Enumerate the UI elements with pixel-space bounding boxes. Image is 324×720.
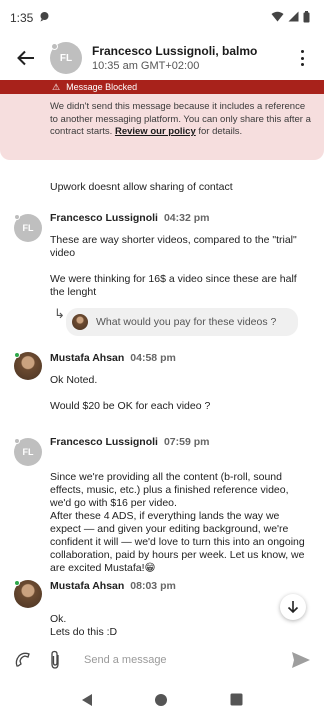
sender-name: Mustafa Ahsan [50, 580, 125, 592]
wifi-icon [271, 11, 284, 25]
message-paragraph: Would $20 be OK for each video ? [50, 400, 211, 412]
avatar [72, 314, 88, 330]
message-input[interactable] [84, 654, 274, 666]
message-body: Ok Noted. Would $20 be OK for each video… [50, 374, 312, 413]
blocked-title-bar: ⚠ Message Blocked [0, 80, 324, 94]
warning-icon: ⚠ [52, 81, 61, 92]
signal-icon [288, 11, 299, 25]
message-blocked-banner: ⚠ Message Blocked We didn't send this me… [0, 80, 324, 160]
back-button[interactable] [6, 38, 46, 78]
chat-header: FL Francesco Lussignoli, balmo 10:35 am … [0, 36, 324, 80]
sender-name: Francesco Lussignoli [50, 212, 158, 224]
review-policy-link[interactable]: Review our policy [115, 126, 196, 137]
avatar-initials: FL [22, 223, 34, 233]
back-arrow-icon [17, 50, 34, 66]
contact-local-time: 10:35 am GMT+02:00 [92, 59, 200, 72]
message-header: Francesco Lussignoli 04:32 pm [50, 212, 209, 225]
message-time: 08:03 pm [130, 580, 176, 592]
scroll-to-bottom-button[interactable] [280, 594, 306, 620]
nav-back-icon[interactable] [81, 693, 93, 712]
avatar[interactable]: FL [14, 214, 42, 242]
message-paragraph: We were thinking for 16$ a video since t… [50, 273, 297, 298]
blocked-explanation: We didn't send this message because it i… [0, 94, 324, 139]
message-composer [0, 642, 324, 678]
message-paragraph: These are way shorter videos, compared t… [50, 234, 297, 259]
message-header: Mustafa Ahsan 08:03 pm [50, 580, 176, 593]
message-body: These are way shorter videos, compared t… [50, 234, 312, 299]
system-nav-bar [0, 684, 324, 720]
blocked-title: Message Blocked [66, 82, 138, 92]
attachment-icon[interactable] [44, 649, 66, 671]
sender-name: Francesco Lussignoli [50, 436, 158, 448]
quoted-message[interactable]: What would you pay for these videos ? [66, 308, 298, 336]
phone-call-icon[interactable] [12, 649, 34, 671]
avatar[interactable] [14, 580, 42, 608]
avatar-initials: FL [59, 52, 73, 64]
nav-recents-icon[interactable] [230, 693, 243, 711]
blocked-body-end: for details. [195, 126, 243, 137]
presence-dot [14, 580, 20, 586]
contact-name: Francesco Lussignoli, balmo [92, 43, 258, 58]
status-bar: 1:35 [0, 0, 324, 36]
message-header: Francesco Lussignoli 07:59 pm [50, 436, 209, 449]
nav-home-icon[interactable] [154, 693, 168, 712]
more-options-icon[interactable] [294, 46, 310, 70]
message-paragraph: Ok Noted. [50, 374, 98, 386]
presence-dot [14, 352, 20, 358]
message-time: 07:59 pm [163, 436, 210, 448]
send-icon[interactable] [290, 649, 312, 671]
presence-dot [14, 214, 20, 220]
avatar[interactable]: FL [14, 438, 42, 466]
reply-arrow-icon: ↳ [54, 306, 65, 321]
message-text: Upwork doesnt allow sharing of contact [50, 181, 233, 193]
sender-name: Mustafa Ahsan [50, 352, 125, 364]
status-time: 1:35 [10, 11, 34, 25]
presence-dot [14, 438, 20, 444]
battery-icon [303, 10, 310, 26]
presence-dot [51, 43, 58, 50]
chat-notification-icon [39, 11, 50, 25]
arrow-down-icon [287, 601, 299, 614]
avatar[interactable]: FL [50, 42, 82, 74]
avatar-initials: FL [22, 447, 34, 457]
message-time: 04:58 pm [130, 352, 176, 364]
message-time: 04:32 pm [163, 212, 210, 224]
quoted-text: What would you pay for these videos ? [96, 316, 277, 328]
message-header: Mustafa Ahsan 04:58 pm [50, 352, 176, 365]
header-text[interactable]: Francesco Lussignoli, balmo 10:35 am GMT… [92, 44, 257, 73]
message-paragraph: Since we're providing all the content (b… [50, 471, 305, 574]
message-paragraph: Ok. Lets do this :D [50, 613, 118, 638]
avatar[interactable] [14, 352, 42, 380]
message-body: Since we're providing all the content (b… [50, 458, 312, 588]
